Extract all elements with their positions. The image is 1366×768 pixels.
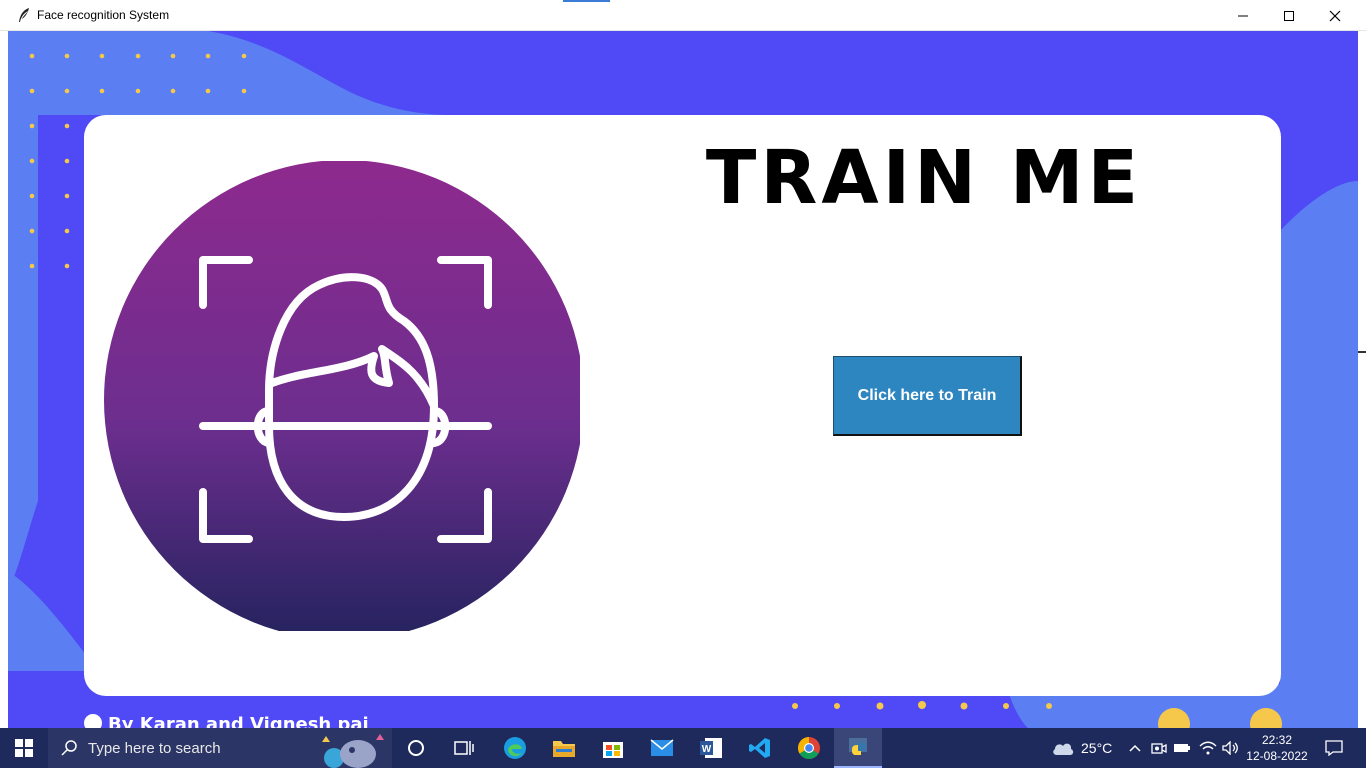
close-icon: [1329, 10, 1341, 21]
search-icon: [61, 740, 77, 756]
search-placeholder: Type here to search: [88, 740, 221, 757]
window-border-left: [0, 31, 8, 728]
task-view-button[interactable]: [443, 728, 485, 768]
word-icon: W: [700, 738, 722, 758]
python-icon: [849, 738, 867, 755]
taskbar-search[interactable]: Type here to search: [48, 728, 392, 768]
weather-widget[interactable]: [1048, 728, 1078, 768]
cortana-icon: [408, 740, 424, 756]
face-scan-icon: [104, 161, 580, 631]
app-canvas: TRAIN ME Click here to Train By Karan an…: [8, 31, 1358, 728]
task-view-icon: [454, 741, 474, 755]
cortana-button[interactable]: [396, 728, 436, 768]
train-button[interactable]: Click here to Train: [833, 356, 1022, 436]
svg-text:W: W: [702, 744, 712, 755]
taskbar-chrome[interactable]: [788, 728, 830, 768]
tray-clock[interactable]: 22:32 12-08-2022: [1246, 728, 1308, 768]
minimize-icon: [1238, 15, 1248, 16]
window-title: Face recognition System: [37, 8, 170, 22]
taskbar-word[interactable]: W: [690, 728, 732, 768]
mail-icon: [650, 739, 674, 756]
tray-meet-now[interactable]: [1149, 728, 1169, 768]
clock-time: 22:32: [1261, 733, 1293, 747]
clock-date: 12-08-2022: [1246, 749, 1308, 763]
page-title: TRAIN ME: [705, 135, 1143, 221]
store-icon: [603, 742, 623, 758]
taskbar-python-active[interactable]: [834, 728, 882, 768]
close-button[interactable]: [1312, 0, 1358, 31]
window-border-right: [1358, 31, 1366, 728]
start-button[interactable]: [0, 728, 48, 768]
weather-temp: 25°C: [1081, 740, 1113, 756]
windows-icon: [15, 739, 33, 757]
taskbar-file-explorer[interactable]: [543, 728, 585, 768]
maximize-button[interactable]: [1266, 0, 1312, 31]
tray-network[interactable]: [1197, 728, 1219, 768]
feather-icon: [19, 8, 29, 22]
taskbar: Type here to search W 25°C 22:32 12-08-2…: [0, 728, 1366, 768]
taskbar-vscode[interactable]: [739, 728, 781, 768]
cloud-icon: [1053, 743, 1074, 755]
maximize-icon: [1284, 10, 1294, 21]
edge-icon: [504, 737, 526, 759]
credit-text: By Karan and Vignesh pai: [84, 714, 369, 728]
chrome-icon: [798, 737, 820, 759]
action-center-button[interactable]: [1316, 728, 1352, 768]
taskbar-mail[interactable]: [641, 728, 683, 768]
vscode-icon: [749, 738, 770, 758]
camera-icon: [1151, 743, 1167, 754]
notification-icon: [1325, 740, 1343, 756]
chevron-up-icon: [1129, 744, 1141, 752]
main-card: TRAIN ME Click here to Train: [84, 115, 1281, 696]
search-highlight-icon: [322, 734, 384, 768]
minimize-button[interactable]: [1220, 0, 1266, 31]
tray-volume[interactable]: [1220, 728, 1242, 768]
tray-battery[interactable]: [1172, 728, 1192, 768]
credit-label: By Karan and Vignesh pai: [108, 714, 369, 728]
taskbar-store[interactable]: [592, 728, 634, 768]
folder-icon: [553, 741, 575, 757]
info-icon: [84, 714, 102, 728]
battery-icon: [1174, 744, 1190, 752]
wifi-icon: [1199, 741, 1217, 755]
title-accent: [563, 0, 610, 2]
taskbar-edge[interactable]: [494, 728, 536, 768]
show-hidden-icons-button[interactable]: [1126, 728, 1144, 768]
speaker-icon: [1222, 741, 1238, 755]
title-bar: Face recognition System: [0, 0, 1366, 31]
